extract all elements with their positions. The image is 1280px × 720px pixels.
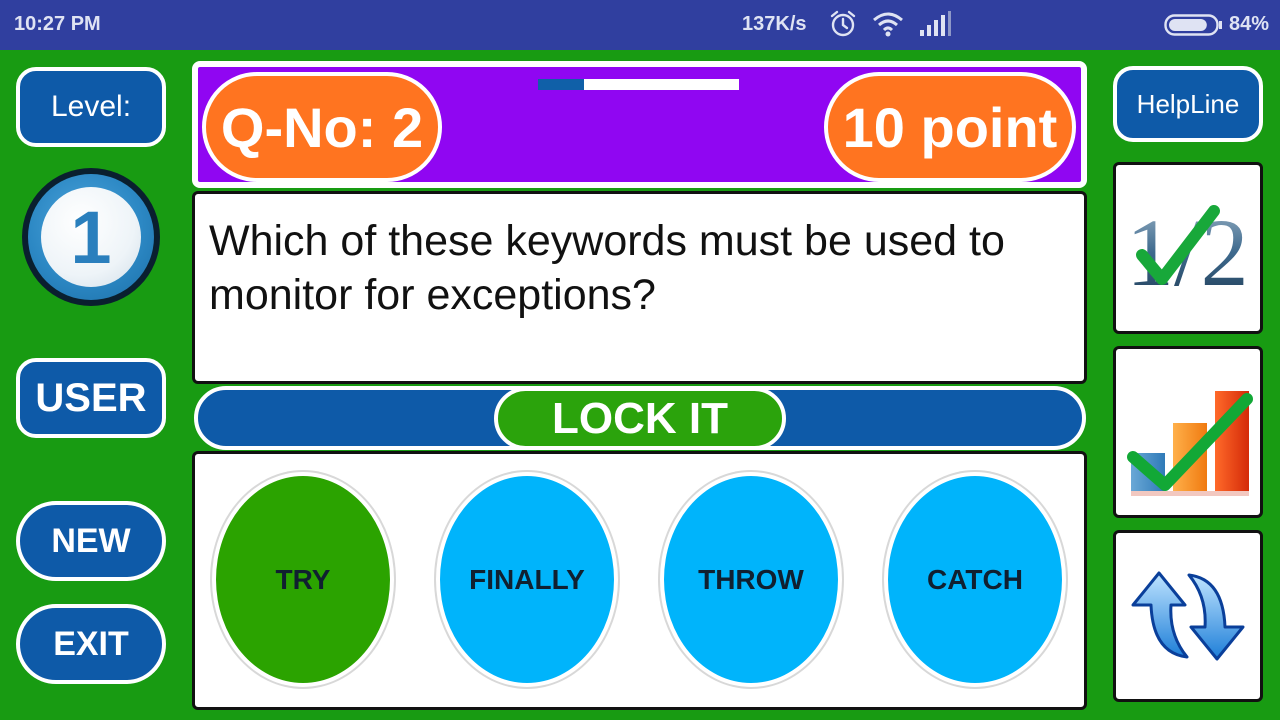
- level-value: 1: [41, 187, 141, 287]
- status-bar: 10:27 PM 137K/s 84%: [0, 0, 1280, 50]
- question-text: Which of these keywords must be used to …: [209, 217, 1005, 319]
- question-box: Which of these keywords must be used to …: [192, 191, 1087, 384]
- fifty-fifty-icon: 1/2: [1126, 199, 1249, 303]
- option-c-label: THROW: [698, 563, 804, 595]
- swap-question-icon: [1131, 571, 1245, 661]
- status-net-speed: 137K/s: [742, 13, 807, 35]
- new-button-label: NEW: [51, 521, 131, 560]
- option-a-button[interactable]: TRY: [212, 472, 394, 687]
- battery-level-fill: [1169, 19, 1207, 31]
- level-badge: 1: [22, 168, 160, 306]
- swap-question-lifeline-button[interactable]: [1113, 530, 1263, 702]
- points-badge: 10 point: [824, 72, 1076, 182]
- option-b-button[interactable]: FINALLY: [436, 472, 618, 687]
- user-button-label: USER: [35, 375, 147, 420]
- points-value: 10 point: [842, 95, 1058, 159]
- status-time: 10:27 PM: [14, 13, 101, 35]
- level-label-box: Level:: [16, 67, 166, 147]
- alarm-icon: [830, 10, 856, 37]
- option-d-button[interactable]: CATCH: [884, 472, 1066, 687]
- signal-icon: [920, 11, 951, 36]
- helpline-title-box: HelpLine: [1113, 66, 1263, 142]
- option-c-button[interactable]: THROW: [660, 472, 842, 687]
- option-b-label: FINALLY: [469, 563, 585, 595]
- helpline-title: HelpLine: [1136, 88, 1240, 119]
- lock-it-button[interactable]: LOCK IT: [494, 387, 786, 450]
- question-number: Q-No: 2: [220, 95, 424, 159]
- exit-button-label: EXIT: [53, 624, 129, 663]
- user-button[interactable]: USER: [16, 358, 166, 438]
- exit-button[interactable]: EXIT: [16, 604, 166, 684]
- lock-it-label: LOCK IT: [552, 393, 728, 443]
- option-a-label: TRY: [275, 563, 331, 595]
- audience-poll-icon: [1127, 391, 1253, 496]
- new-button[interactable]: NEW: [16, 501, 166, 581]
- audience-poll-lifeline-button[interactable]: [1113, 346, 1263, 518]
- question-number-badge: Q-No: 2: [202, 72, 442, 182]
- status-battery-percent: 84%: [1229, 13, 1270, 35]
- fifty-fifty-lifeline-button[interactable]: 1/2: [1113, 162, 1263, 334]
- battery-icon: [1164, 14, 1222, 36]
- option-d-label: CATCH: [927, 563, 1023, 595]
- level-label: Level:: [50, 90, 132, 123]
- wifi-icon: [873, 12, 903, 37]
- timer-progress-fill: [538, 79, 585, 90]
